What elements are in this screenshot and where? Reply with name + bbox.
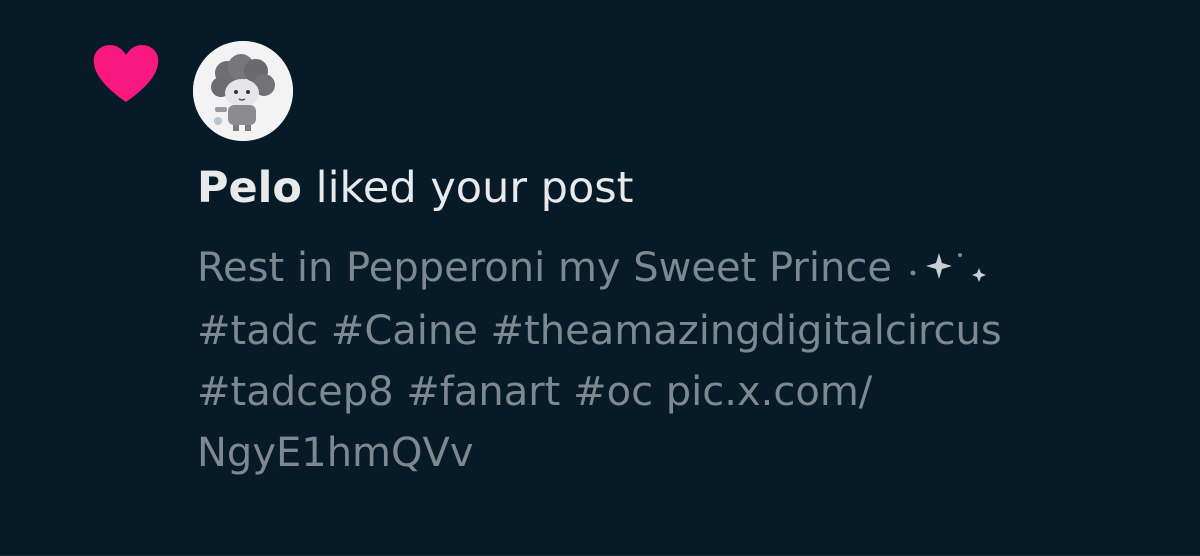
post-preview[interactable]: Rest in Pepperoni my Sweet Prince #tadc … [197, 238, 1157, 484]
post-hashtags-line: #tadc #Caine #theamazingdigitalcircus [197, 307, 1002, 354]
user-name[interactable]: Pelo [197, 163, 302, 213]
post-hashtags-line: #tadcep8 #fanart #oc pic.x.com/ [197, 368, 873, 415]
like-notification[interactable]: Pelo liked your post Rest in Pepperoni m… [0, 0, 1200, 556]
post-link-line: NgyE1hmQVv [197, 429, 474, 476]
notification-headline: Pelo liked your post [197, 160, 634, 216]
post-text-line: Rest in Pepperoni my Sweet Prince [197, 245, 892, 291]
action-text: liked your post [315, 163, 634, 213]
sparkle-icon [905, 240, 1001, 301]
post-line-1: Rest in Pepperoni my Sweet Prince [197, 238, 1157, 301]
heart-icon [92, 44, 160, 104]
avatar[interactable] [193, 41, 293, 141]
